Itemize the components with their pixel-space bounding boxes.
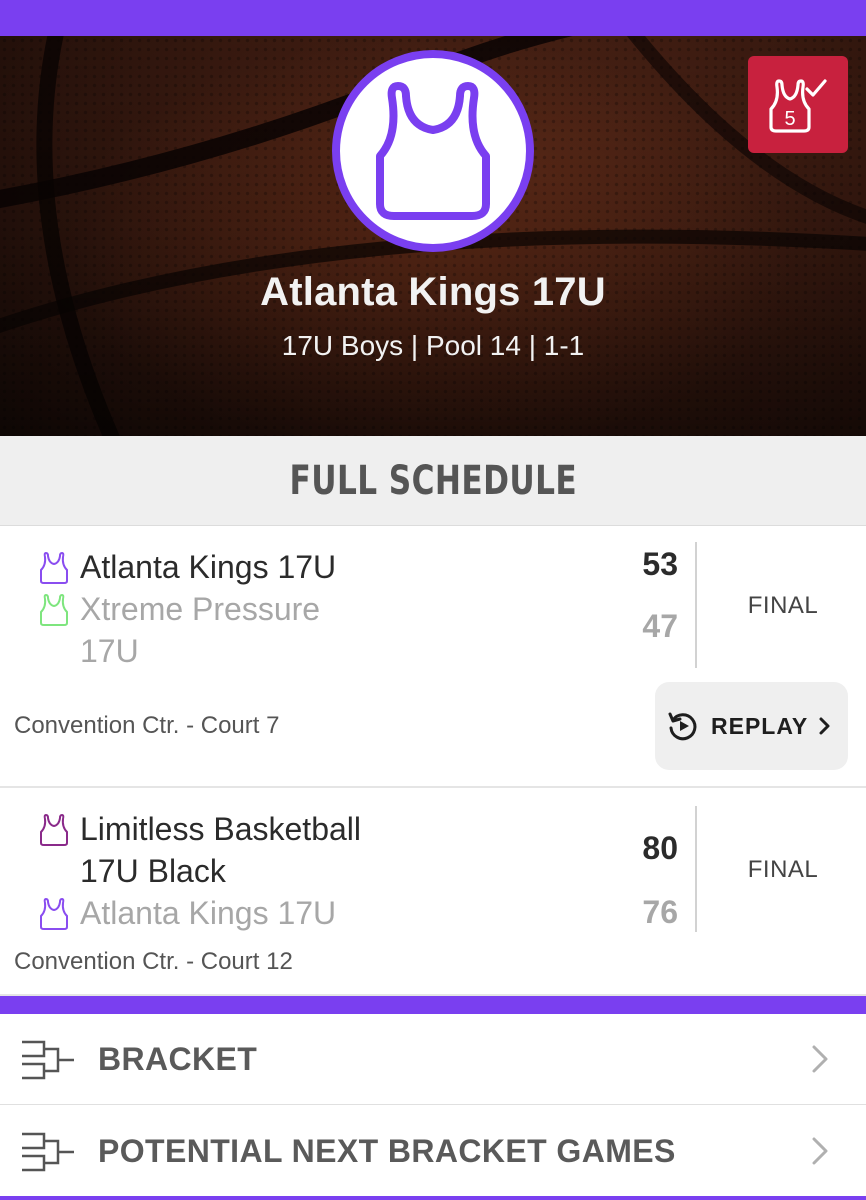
jersey-icon	[40, 897, 68, 930]
badge-number: 5	[784, 108, 795, 130]
game-team-2: Xtreme Pressure 17U	[38, 588, 380, 672]
team-score: 47	[642, 608, 678, 644]
score-divider	[695, 806, 697, 932]
jersey-icon	[40, 593, 68, 626]
team-score: 80	[642, 830, 678, 866]
score-divider	[695, 542, 697, 668]
bottom-accent-bar	[0, 1196, 866, 1200]
team-badge-button[interactable]: 5	[748, 56, 848, 153]
replay-label: REPLAY	[711, 712, 809, 739]
nav-label: POTENTIAL NEXT BRACKET GAMES	[98, 1132, 676, 1169]
game-team-2: Atlanta Kings 17U	[38, 892, 410, 934]
jersey-icon	[376, 82, 490, 220]
bracket-icon	[22, 1132, 74, 1172]
game-card[interactable]: Atlanta Kings 17U Xtreme Pressure 17U 53…	[0, 526, 866, 788]
game-venue: Convention Ctr. - Court 7	[14, 712, 280, 739]
team-name-winner: Atlanta Kings 17U	[80, 549, 337, 585]
game-card[interactable]: Limitless Basketball 17U Black Atlanta K…	[0, 790, 866, 996]
jersey-icon	[40, 551, 68, 584]
game-venue: Convention Ctr. - Court 12	[14, 948, 293, 975]
full-schedule-header: FULL SCHEDULE	[0, 436, 866, 526]
team-logo	[332, 50, 534, 252]
game-team-1: Atlanta Kings 17U	[38, 546, 410, 588]
section-accent-bar	[0, 996, 866, 1014]
jersey-check-icon: 5	[769, 78, 827, 133]
game-status: FINAL	[747, 592, 819, 619]
chevron-right-icon	[812, 1137, 828, 1165]
chevron-right-icon	[812, 1045, 828, 1073]
full-schedule-title: FULL SCHEDULE	[289, 457, 577, 504]
top-accent-bar	[0, 0, 866, 36]
game-team-1: Limitless Basketball 17U Black	[38, 808, 410, 892]
potential-next-bracket-games-link[interactable]: POTENTIAL NEXT BRACKET GAMES	[0, 1106, 866, 1197]
team-name-loser: Xtreme Pressure 17U	[80, 591, 321, 669]
jersey-icon	[40, 813, 68, 846]
bracket-link[interactable]: BRACKET	[0, 1014, 866, 1105]
team-subtitle: 17U Boys | Pool 14 | 1-1	[281, 330, 585, 361]
game-status: FINAL	[747, 856, 819, 883]
team-name: Atlanta Kings 17U	[260, 270, 606, 314]
nav-label: BRACKET	[98, 1040, 258, 1077]
bracket-icon	[22, 1040, 74, 1080]
team-score: 76	[642, 894, 678, 930]
team-score: 53	[642, 546, 678, 582]
replay-button[interactable]: REPLAY	[655, 682, 848, 770]
team-name-loser: Atlanta Kings 17U	[80, 895, 337, 931]
team-name-winner: Limitless Basketball 17U Black	[80, 811, 361, 889]
chevron-right-icon	[819, 717, 830, 735]
replay-icon	[668, 712, 697, 741]
